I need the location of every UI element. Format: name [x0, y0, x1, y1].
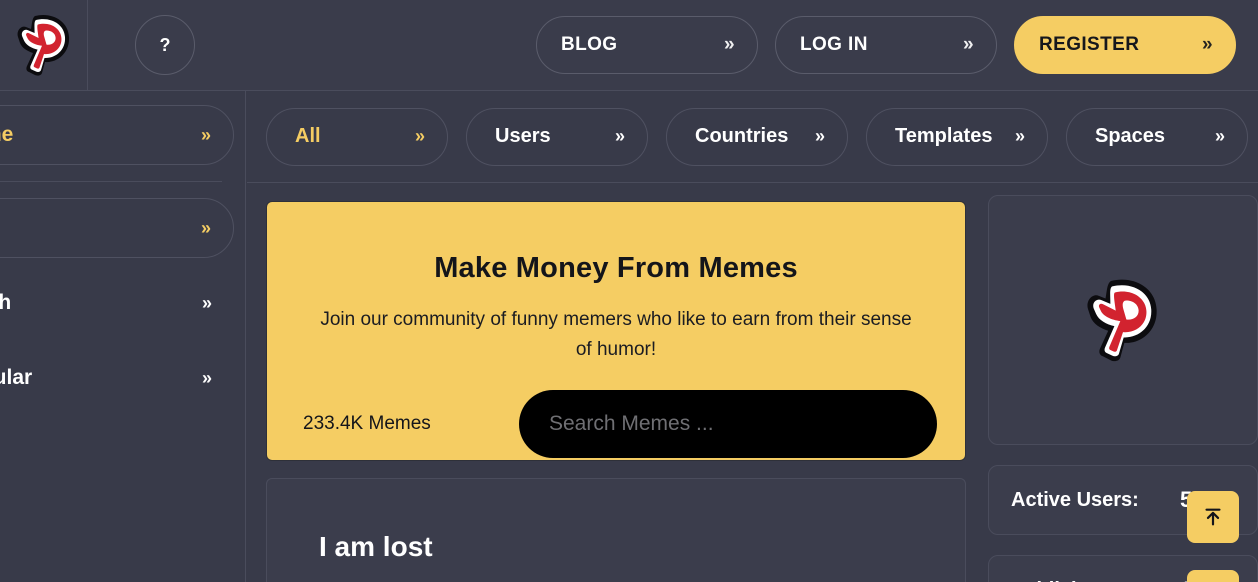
- register-button-label: REGISTER: [1039, 34, 1140, 55]
- search-memes-input[interactable]: [519, 390, 937, 458]
- header-actions: BLOG » LOG IN » REGISTER »: [536, 16, 1258, 74]
- hero-banner: Make Money From Memes Join our community…: [266, 201, 966, 461]
- tab-countries[interactable]: Countries »: [666, 107, 848, 166]
- stat-label: Publishers:: [1011, 579, 1120, 582]
- sidebar-top-pad: [0, 91, 234, 105]
- sidebar-item-label: Home: [0, 123, 14, 146]
- main-content: Make Money From Memes Join our community…: [247, 183, 1258, 582]
- sidebar-item-label: Popular: [0, 366, 33, 389]
- meme-post-title: I am lost: [319, 531, 433, 562]
- tab-label: Spaces: [1095, 125, 1166, 147]
- chevron-double-right-icon: »: [200, 217, 211, 238]
- login-button-label: LOG IN: [800, 34, 868, 55]
- sidebar-divider: [0, 181, 222, 182]
- tab-label: Templates: [895, 125, 993, 147]
- app-root: ? BLOG » LOG IN » REGISTER » Home »: [0, 0, 1258, 582]
- chevron-double-right-icon: »: [963, 34, 974, 55]
- tab-label: All: [295, 125, 321, 147]
- blog-button[interactable]: BLOG »: [536, 16, 758, 74]
- sidebar-item-home[interactable]: Home »: [0, 105, 234, 165]
- sidebar-item-label: Fresh: [0, 291, 11, 315]
- help-button[interactable]: ?: [135, 15, 195, 75]
- rail-logo-card: [988, 195, 1258, 445]
- chevron-double-right-icon: »: [1202, 34, 1213, 55]
- content-filter-tabs: All » Users » Countries » Templates » Sp…: [247, 91, 1258, 183]
- tab-users[interactable]: Users »: [466, 107, 648, 166]
- chevron-double-right-icon: »: [201, 367, 212, 388]
- meme-count-label: 233.4K Memes: [303, 413, 431, 434]
- chevron-double-right-icon: »: [200, 124, 211, 145]
- chevron-double-right-icon: »: [1014, 126, 1025, 146]
- meme-post-card[interactable]: I am lost: [266, 478, 966, 582]
- secondary-floating-action-button[interactable]: [1187, 570, 1239, 582]
- login-button[interactable]: LOG IN »: [775, 16, 997, 74]
- top-header: ? BLOG » LOG IN » REGISTER »: [0, 0, 1258, 91]
- chevron-double-right-icon: »: [414, 126, 425, 146]
- register-button[interactable]: REGISTER »: [1014, 16, 1236, 74]
- hero-title: Make Money From Memes: [434, 252, 798, 284]
- sidebar-item-popular[interactable]: Popular »: [0, 348, 234, 408]
- blog-button-label: BLOG: [561, 34, 618, 55]
- left-sidebar[interactable]: Home » Top » Fresh » Popular »: [0, 91, 246, 582]
- sidebar-item-top[interactable]: Top »: [0, 198, 234, 258]
- tab-templates[interactable]: Templates »: [866, 107, 1048, 166]
- sidebar-item-fresh[interactable]: Fresh »: [0, 273, 234, 333]
- arrow-up-to-line-icon: [1205, 508, 1221, 526]
- scroll-to-top-button[interactable]: [1187, 491, 1239, 543]
- tab-label: Countries: [695, 125, 789, 147]
- tab-all[interactable]: All »: [266, 107, 448, 166]
- chevron-double-right-icon: »: [724, 34, 735, 55]
- chevron-double-right-icon: »: [814, 126, 825, 146]
- brand-logo-cell[interactable]: [0, 0, 88, 91]
- tab-spaces[interactable]: Spaces »: [1066, 107, 1248, 166]
- pewdiepie-p-logo-icon: [1087, 279, 1157, 362]
- hero-bottom-row: 233.4K Memes: [295, 390, 937, 458]
- sidebar-scroll-container: Home » Top » Fresh » Popular »: [0, 91, 234, 408]
- stat-label: Active Users:: [1011, 488, 1139, 511]
- tab-label: Users: [495, 125, 551, 147]
- chevron-double-right-icon: »: [614, 126, 625, 146]
- chevron-double-right-icon: »: [1214, 126, 1225, 146]
- help-button-label: ?: [159, 34, 171, 55]
- chevron-double-right-icon: »: [201, 292, 212, 313]
- pewdiepie-p-logo-icon: [17, 14, 69, 76]
- hero-subtitle: Join our community of funny memers who l…: [320, 309, 912, 360]
